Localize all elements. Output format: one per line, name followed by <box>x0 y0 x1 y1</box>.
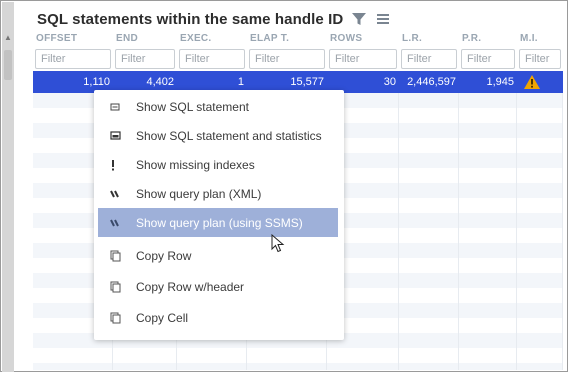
menu-item-label: Show SQL statement and statistics <box>136 128 322 143</box>
filter-cell <box>177 49 247 69</box>
column-header-mi[interactable]: M.I. <box>517 32 563 46</box>
scroll-up-arrow-icon[interactable]: ▲ <box>2 32 14 44</box>
column-header-offset[interactable]: OFFSET <box>33 32 113 46</box>
filter-icon[interactable] <box>351 11 367 27</box>
menu-item-show-query-plan-xml[interactable]: Show query plan (XML) <box>98 179 338 208</box>
filter-offset-input[interactable] <box>35 49 111 69</box>
menu-item-copy-cell[interactable]: Copy Cell <box>98 303 338 332</box>
menu-item-label: Show query plan (XML) <box>136 186 262 201</box>
copy-icon <box>98 250 128 262</box>
column-divider <box>398 93 399 370</box>
column-header-row: OFFSET END EXEC. ELAP T. ROWS L.R. P.R. … <box>33 32 563 46</box>
column-divider <box>458 93 459 370</box>
column-divider <box>562 93 563 370</box>
filter-cell <box>33 49 113 69</box>
filter-row <box>33 49 563 69</box>
filter-elap-time-input[interactable] <box>249 49 325 69</box>
menu-item-show-sql-statement-and-statistics[interactable]: Show SQL statement and statistics <box>98 121 338 150</box>
menu-item-label: Copy Row <box>136 248 192 263</box>
menu-item-copy-row[interactable]: Copy Row <box>98 241 338 270</box>
copy-icon <box>98 281 128 293</box>
cell-pr[interactable]: 1,945 <box>459 71 517 93</box>
filter-end-input[interactable] <box>115 49 175 69</box>
column-header-pr[interactable]: P.R. <box>459 32 517 46</box>
column-header-end[interactable]: END <box>113 32 177 46</box>
filter-cell <box>113 49 177 69</box>
panel-title: SQL statements within the same handle ID <box>37 10 344 28</box>
cell-lr[interactable]: 2,446,597 <box>399 71 459 93</box>
column-header-elap-time[interactable]: ELAP T. <box>247 32 327 46</box>
menu-item-label: Show SQL statement <box>136 99 249 114</box>
cell-mi[interactable] <box>517 71 563 93</box>
menu-item-show-missing-indexes[interactable]: Show missing indexes <box>98 150 338 179</box>
hamburger-icon[interactable] <box>375 11 391 27</box>
statement-stats-icon <box>98 130 128 141</box>
filter-rows-input[interactable] <box>329 49 397 69</box>
column-divider <box>516 93 517 370</box>
menu-item-label: Copy Cell <box>136 310 189 325</box>
vertical-scrollbar[interactable]: ▲ <box>2 2 14 372</box>
menu-item-label: Show query plan (using SSMS) <box>136 215 303 230</box>
filter-cell <box>517 49 563 69</box>
filter-cell <box>459 49 517 69</box>
query-plan-icon <box>98 189 128 199</box>
column-header-exec[interactable]: EXEC. <box>177 32 247 46</box>
column-header-rows[interactable]: ROWS <box>327 32 399 46</box>
filter-cell <box>399 49 459 69</box>
filter-exec-input[interactable] <box>179 49 245 69</box>
mouse-cursor-icon <box>271 234 285 253</box>
filter-cell <box>327 49 399 69</box>
panel-frame: ▲ SQL statements within the same handle … <box>0 0 568 372</box>
context-menu: Show SQL statement Show SQL statement an… <box>94 90 344 340</box>
filter-cell <box>247 49 327 69</box>
filter-mi-input[interactable] <box>519 49 561 69</box>
copy-icon <box>98 312 128 324</box>
statement-icon <box>98 102 128 112</box>
menu-item-label: Show missing indexes <box>136 157 255 172</box>
filter-lr-input[interactable] <box>401 49 457 69</box>
query-plan-ssms-icon <box>98 218 128 228</box>
column-header-lr[interactable]: L.R. <box>399 32 459 46</box>
menu-item-label: Copy Row w/header <box>136 279 245 294</box>
panel-header: SQL statements within the same handle ID <box>37 7 391 31</box>
scrollbar-thumb[interactable] <box>4 50 12 80</box>
menu-item-show-sql-statement[interactable]: Show SQL statement <box>98 92 338 121</box>
menu-item-show-query-plan-ssms[interactable]: Show query plan (using SSMS) <box>98 208 338 237</box>
exclamation-icon <box>98 159 128 171</box>
filter-pr-input[interactable] <box>461 49 515 69</box>
menu-item-copy-row-with-header[interactable]: Copy Row w/header <box>98 272 338 301</box>
warning-icon <box>524 75 540 89</box>
